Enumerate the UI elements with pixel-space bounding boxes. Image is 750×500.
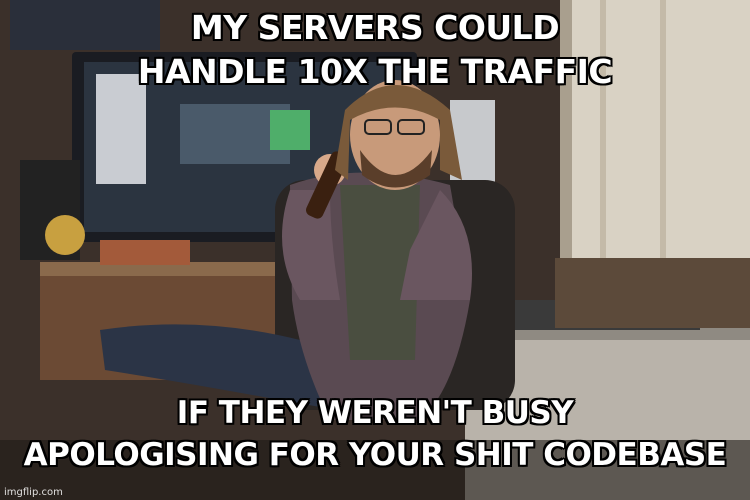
bottom-caption-line-2: APOLOGISING FOR YOUR SHIT CODEBASE — [23, 437, 727, 473]
meme-image: MY SERVERS COULD HANDLE 10X THE TRAFFIC … — [0, 0, 750, 500]
figurine — [45, 215, 85, 255]
top-caption-line-1: MY SERVERS COULD — [190, 8, 560, 47]
imgflip-watermark: imgflip.com — [4, 487, 63, 498]
bottom-caption-line-1: IF THEY WEREN'T BUSY — [176, 395, 574, 431]
top-caption-line-2: HANDLE 10X THE TRAFFIC — [137, 52, 613, 91]
top-caption: MY SERVERS COULD HANDLE 10X THE TRAFFIC — [0, 6, 750, 94]
bottom-caption: IF THEY WEREN'T BUSY APOLOGISING FOR YOU… — [0, 392, 750, 476]
